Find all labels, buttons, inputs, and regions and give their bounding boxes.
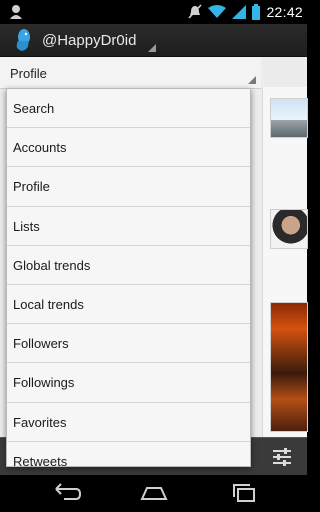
status-time: 22:42 — [266, 4, 303, 20]
menu-item-profile[interactable]: Profile — [7, 167, 250, 207]
section-dropdown-menu: Search Accounts Profile Lists Global tre… — [6, 88, 251, 467]
tweet-image[interactable] — [270, 98, 308, 138]
section-spinner[interactable]: Profile — [0, 57, 261, 89]
back-icon[interactable] — [46, 481, 82, 505]
mute-icon — [188, 4, 203, 19]
menu-item-followers[interactable]: Followers — [7, 324, 250, 364]
spinner-caret-icon — [248, 76, 256, 84]
action-bar: @HappyDr0id — [0, 24, 307, 57]
timeline-column — [262, 87, 308, 437]
tweet-image[interactable] — [270, 302, 308, 432]
tune-icon[interactable] — [271, 446, 293, 468]
menu-item-search[interactable]: Search — [7, 89, 250, 129]
recents-icon[interactable] — [226, 481, 262, 505]
menu-item-local-trends[interactable]: Local trends — [7, 285, 250, 325]
signal-icon — [232, 5, 247, 19]
account-name[interactable]: @HappyDr0id — [42, 32, 136, 49]
wifi-icon — [208, 5, 227, 18]
bird-icon[interactable] — [10, 27, 36, 53]
status-bar: 22:42 — [0, 0, 307, 24]
home-icon[interactable] — [136, 481, 172, 505]
avatar[interactable] — [270, 209, 308, 249]
menu-item-global-trends[interactable]: Global trends — [7, 246, 250, 285]
menu-item-retweets[interactable]: Retweets — [7, 442, 250, 466]
menu-item-accounts[interactable]: Accounts — [7, 128, 250, 168]
notification-icon — [10, 5, 22, 19]
account-caret-icon[interactable] — [148, 44, 156, 52]
battery-icon — [252, 4, 261, 20]
navigation-bar — [0, 475, 307, 512]
menu-item-lists[interactable]: Lists — [7, 207, 250, 246]
section-spinner-label: Profile — [10, 66, 47, 81]
menu-item-followings[interactable]: Followings — [7, 363, 250, 403]
menu-item-favorites[interactable]: Favorites — [7, 403, 250, 442]
